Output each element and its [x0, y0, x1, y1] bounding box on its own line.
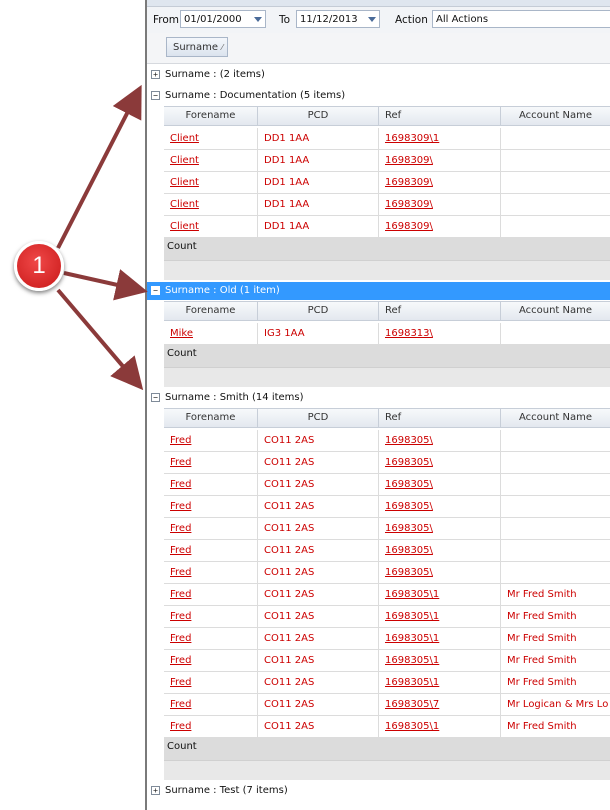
arrow-to-old [63, 269, 148, 301]
arrow-to-documentation [56, 84, 142, 249]
arrow-to-smith [56, 288, 144, 391]
callout-number-badge: 1 [14, 241, 64, 291]
annotation-arrows [56, 84, 148, 391]
